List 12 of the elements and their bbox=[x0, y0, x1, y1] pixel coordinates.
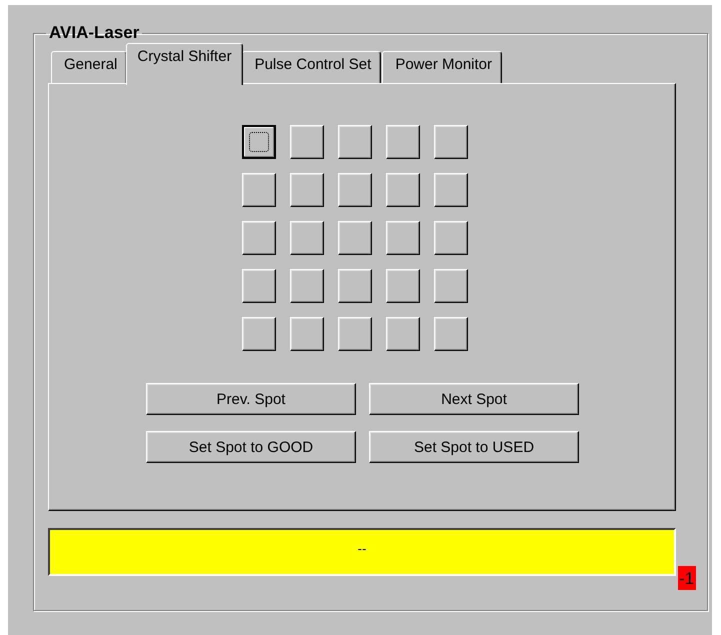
spot-action-button[interactable]: Set Spot to GOOD bbox=[146, 431, 356, 463]
spot-action-button[interactable]: Next Spot bbox=[369, 383, 579, 415]
spot-button[interactable] bbox=[242, 125, 276, 159]
error-badge: -1 bbox=[678, 566, 696, 590]
tab[interactable]: Power Monitor bbox=[382, 51, 502, 83]
tab[interactable]: General bbox=[51, 51, 128, 83]
tab[interactable]: Pulse Control Set bbox=[242, 51, 382, 83]
tab[interactable]: Crystal Shifter bbox=[126, 43, 243, 85]
spot-action-button[interactable]: Set Spot to USED bbox=[369, 431, 579, 463]
spot-action-button[interactable]: Prev. Spot bbox=[146, 383, 356, 415]
status-bar: -- bbox=[48, 528, 676, 576]
group-title: AVIA-Laser bbox=[48, 23, 140, 43]
